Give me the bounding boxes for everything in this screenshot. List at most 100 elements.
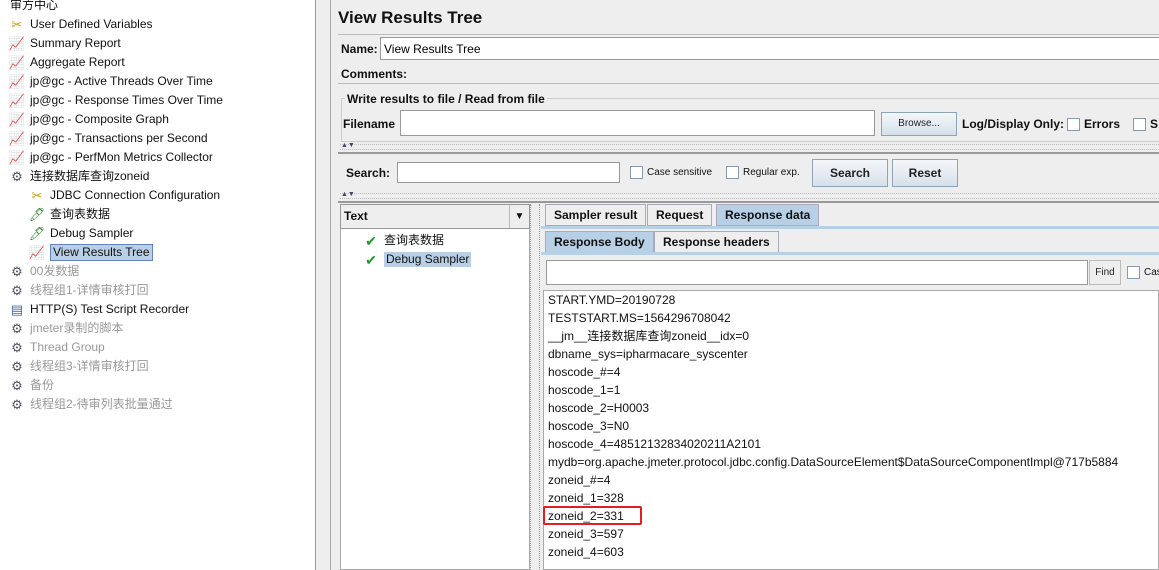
- tree-item-label: Summary Report: [30, 36, 121, 50]
- tree-item-label: jp@gc - PerfMon Metrics Collector: [30, 150, 213, 164]
- graph-icon: 📈: [8, 54, 26, 70]
- tree-item-label: jp@gc - Active Threads Over Time: [30, 74, 213, 88]
- sample-item[interactable]: ✔ Debug Sampler: [362, 250, 472, 269]
- browse-button[interactable]: Browse...: [881, 112, 957, 136]
- renderer-select[interactable]: Text ▼: [340, 204, 530, 229]
- filename-label: Filename: [343, 117, 396, 131]
- file-group-title: Write results to file / Read from file: [345, 92, 547, 106]
- tab-request[interactable]: Request: [647, 204, 713, 226]
- tree-item[interactable]: 📈 jp@gc - PerfMon Metrics Collector: [8, 148, 213, 167]
- regex-checkbox[interactable]: [726, 166, 739, 179]
- results-splitter[interactable]: [530, 204, 540, 570]
- tree-item[interactable]: ⚙ 连接数据库查询zoneid: [8, 167, 149, 186]
- graph-icon: 📈: [8, 130, 26, 146]
- tree-item[interactable]: ✂ JDBC Connection Configuration: [28, 186, 221, 205]
- wrench-scissors-icon: ✂: [31, 187, 43, 203]
- gear-icon: ⚙: [11, 263, 23, 279]
- search-button[interactable]: Search: [812, 159, 888, 187]
- response-line: zoneid_3=597: [548, 527, 624, 541]
- tree-item[interactable]: 审方中心: [10, 0, 58, 15]
- response-line: zoneid_#=4: [548, 473, 611, 487]
- tree-item-label: View Results Tree: [50, 244, 153, 261]
- graph-icon: 📈: [8, 149, 26, 165]
- tree-item[interactable]: ✂ User Defined Variables: [8, 15, 153, 34]
- gear-icon: ⚙: [11, 377, 23, 393]
- tree-item[interactable]: 📈 jp@gc - Transactions per Second: [8, 129, 208, 148]
- tree-item-label: Aggregate Report: [30, 55, 125, 69]
- find-case-label: Cas: [1144, 267, 1159, 278]
- tree-item[interactable]: ⚙ 线程组1-详情审核打回: [8, 281, 149, 300]
- tree-item[interactable]: 📈 jp@gc - Active Threads Over Time: [8, 72, 213, 91]
- search-input[interactable]: [397, 162, 620, 183]
- response-line: zoneid_4=603: [548, 545, 624, 559]
- wrench-scissors-icon: ✂: [11, 16, 23, 32]
- find-input[interactable]: [546, 260, 1088, 285]
- tree-item-label: jmeter录制的脚本: [30, 321, 124, 335]
- regex-label: Regular exp.: [743, 167, 800, 178]
- response-line: hoscode_4=48512132834020211A2101: [548, 437, 761, 451]
- response-line: hoscode_1=1: [548, 383, 621, 397]
- gear-icon: ⚙: [11, 339, 23, 355]
- filename-input[interactable]: [400, 110, 875, 136]
- tree-item[interactable]: ⚙ 00发数据: [8, 262, 79, 281]
- find-button[interactable]: Find: [1089, 260, 1121, 285]
- case-sensitive-label: Case sensitive: [647, 167, 713, 178]
- response-line: TESTSTART.MS=1564296708042: [548, 311, 731, 325]
- pipette-icon: 🖊: [28, 206, 46, 222]
- gear-icon: ⚙: [11, 358, 23, 374]
- subtab-response-body[interactable]: Response Body: [545, 231, 654, 253]
- splitter[interactable]: [340, 193, 1159, 199]
- response-line: hoscode_3=N0: [548, 419, 630, 433]
- tree-item-label: jp@gc - Response Times Over Time: [30, 93, 223, 107]
- subtab-response-headers[interactable]: Response headers: [654, 231, 779, 253]
- graph-icon: 📈: [28, 244, 46, 260]
- page-title: View Results Tree: [338, 8, 483, 27]
- tree-item-label: jp@gc - Transactions per Second: [30, 131, 208, 145]
- case-sensitive-checkbox[interactable]: [630, 166, 643, 179]
- tree-item-label: 00发数据: [30, 264, 80, 278]
- response-line: __jm__连接数据库查询zoneid__idx=0: [548, 329, 750, 343]
- name-input[interactable]: [380, 37, 1159, 60]
- tree-item[interactable]: ⚙ 备份: [8, 376, 54, 395]
- find-case-checkbox[interactable]: [1127, 266, 1140, 279]
- tree-item[interactable]: 🖊 Debug Sampler: [28, 224, 134, 243]
- splitter-arrows-icon[interactable]: ▲▼: [341, 191, 355, 198]
- graph-icon: 📈: [8, 73, 26, 89]
- tree-item-label: 线程组2-待审列表批量通过: [30, 397, 173, 411]
- splitter-arrows-icon[interactable]: ▲▼: [341, 142, 355, 149]
- tab-response-data[interactable]: Response data: [716, 204, 820, 226]
- renderer-value: Text: [344, 209, 368, 223]
- tree-item[interactable]: 📈 View Results Tree: [28, 243, 153, 262]
- tree-item[interactable]: 📈 jp@gc - Response Times Over Time: [8, 91, 223, 110]
- tree-item[interactable]: 📈 jp@gc - Composite Graph: [8, 110, 169, 129]
- reset-button[interactable]: Reset: [892, 159, 958, 187]
- tree-item-label: 审方中心: [10, 0, 59, 12]
- tab-sampler-result[interactable]: Sampler result: [545, 204, 647, 226]
- log-display-label: Log/Display Only:: [962, 117, 1065, 131]
- tree-item-label: Debug Sampler: [50, 226, 134, 240]
- gear-icon: ⚙: [11, 396, 23, 412]
- successes-checkbox[interactable]: [1133, 118, 1146, 131]
- errors-checkbox[interactable]: [1067, 118, 1080, 131]
- tree-item[interactable]: ⚙ jmeter录制的脚本: [8, 319, 123, 338]
- tree-item[interactable]: 📈 Aggregate Report: [8, 53, 125, 72]
- tree-item[interactable]: ⚙ Thread Group: [8, 338, 105, 357]
- tree-item[interactable]: ⚙ 线程组2-待审列表批量通过: [8, 395, 173, 414]
- sample-item[interactable]: ✔ 查询表数据: [362, 231, 444, 250]
- recorder-icon: ▤: [10, 301, 24, 317]
- errors-label: Errors: [1084, 117, 1121, 131]
- sample-label: 查询表数据: [384, 233, 445, 247]
- graph-icon: 📈: [8, 35, 26, 51]
- tree-item[interactable]: ▤ HTTP(S) Test Script Recorder: [8, 300, 189, 319]
- search-label: Search:: [346, 166, 391, 180]
- response-line: START.YMD=20190728: [548, 293, 676, 307]
- chevron-down-icon[interactable]: ▼: [509, 205, 529, 228]
- test-plan-tree[interactable]: 审方中心 ✂ User Defined Variables 📈 Summary Repo…: [0, 0, 316, 570]
- tree-item[interactable]: 🖊 查询表数据: [28, 205, 110, 224]
- tree-item[interactable]: 📈 Summary Report: [8, 34, 121, 53]
- tree-item[interactable]: ⚙ 线程组3-详情审核打回: [8, 357, 149, 376]
- splitter[interactable]: [340, 144, 1159, 150]
- tree-item-label: Thread Group: [30, 340, 105, 354]
- success-shield-icon: ✔: [365, 251, 377, 268]
- tree-item-label: User Defined Variables: [30, 17, 153, 31]
